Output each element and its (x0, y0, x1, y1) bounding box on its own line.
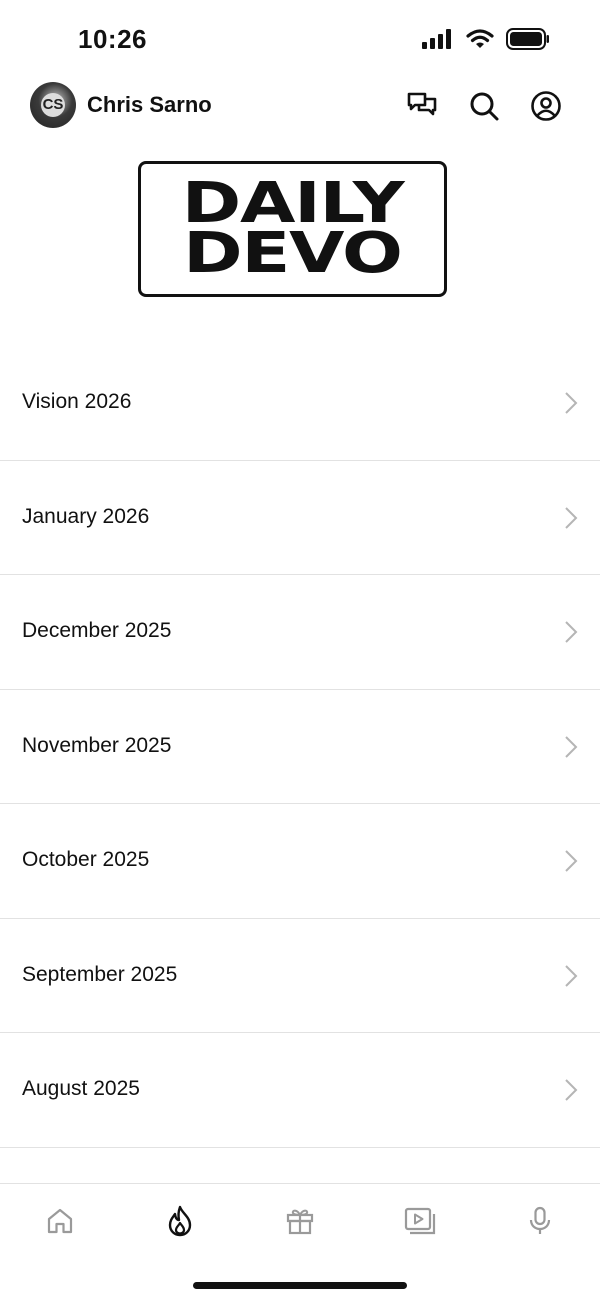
tab-flame[interactable] (160, 1201, 200, 1241)
chevron-right-icon (565, 621, 578, 643)
list-item[interactable]: November 2025 (0, 690, 600, 804)
chevron-right-icon (565, 506, 578, 529)
tab-home[interactable] (40, 1201, 80, 1241)
daily-devo-logo: DAILY DEVO (138, 161, 447, 297)
list-item-label: December 2025 (22, 619, 172, 642)
chevron-right-icon (565, 1079, 578, 1101)
signal-icon (422, 29, 451, 49)
devotional-list: Vision 2026 January 2026 December 2025 N… (0, 346, 600, 1148)
media-icon (404, 1207, 436, 1235)
tab-bar (0, 1183, 600, 1300)
battery-icon (506, 28, 549, 50)
chevron-right-icon (565, 964, 578, 987)
header: CS Chris Sarno (0, 80, 600, 132)
list-item[interactable]: August 2025 (0, 1033, 600, 1148)
chevron-right-icon (565, 735, 578, 758)
status-time: 10:26 (78, 24, 147, 54)
home-icon (47, 1208, 73, 1234)
list-item-label: Vision 2026 (22, 390, 132, 413)
tab-microphone[interactable] (520, 1201, 560, 1241)
list-item[interactable]: October 2025 (0, 804, 600, 919)
flame-icon (168, 1205, 192, 1237)
chevron-right-icon (565, 850, 578, 872)
header-actions (406, 90, 562, 122)
wifi-icon (466, 29, 494, 48)
list-item[interactable]: Vision 2026 (0, 346, 600, 461)
list-item-label: October 2025 (22, 848, 150, 871)
microphone-icon (529, 1206, 551, 1234)
status-icons (422, 28, 550, 50)
status-bar: 10:26 (0, 0, 600, 80)
search-icon[interactable] (468, 90, 500, 122)
list-item-label: January 2026 (22, 504, 150, 528)
list-item-label: November 2025 (22, 733, 172, 757)
chevron-right-icon (565, 392, 578, 414)
chat-icon[interactable] (406, 90, 438, 122)
home-indicator[interactable] (193, 1282, 407, 1289)
profile-icon[interactable] (530, 90, 562, 122)
list-item[interactable]: January 2026 (0, 461, 600, 575)
user-name[interactable]: Chris Sarno (87, 92, 212, 118)
tab-gift[interactable] (280, 1201, 320, 1241)
avatar[interactable]: CS (30, 82, 76, 128)
logo-line-2: DEVO (183, 221, 403, 286)
list-item[interactable]: December 2025 (0, 575, 600, 690)
avatar-initials: CS (41, 93, 65, 117)
gift-icon (286, 1209, 314, 1235)
list-item-label: September 2025 (22, 962, 178, 986)
tab-media[interactable] (400, 1201, 440, 1241)
list-item[interactable]: September 2025 (0, 919, 600, 1033)
list-item-label: August 2025 (22, 1077, 140, 1100)
